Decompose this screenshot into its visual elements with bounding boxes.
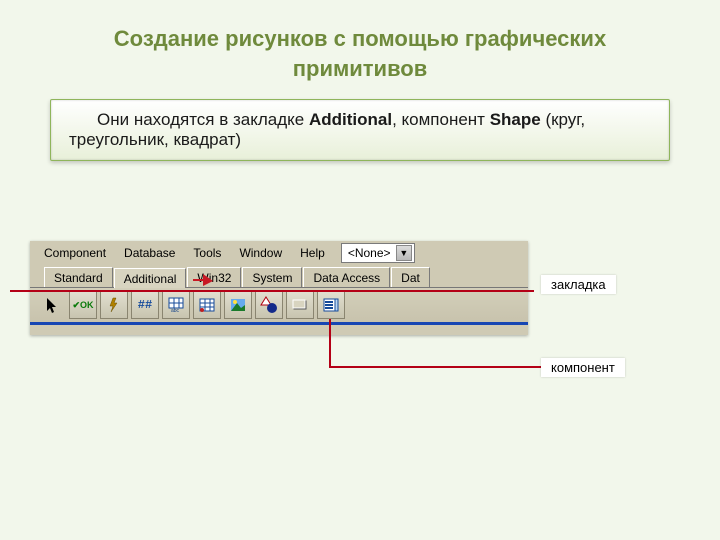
menu-tools[interactable]: Tools	[185, 244, 229, 262]
tab-data-access[interactable]: Data Access	[303, 267, 390, 287]
info-box: Они находятся в закладке Additional, ком…	[50, 99, 670, 161]
project-combo-value: <None>	[348, 246, 392, 260]
menu-help[interactable]: Help	[292, 244, 333, 262]
svg-text:abc: abc	[171, 308, 180, 314]
menu-component[interactable]: Component	[36, 244, 114, 262]
menu-bar: Component Database Tools Window Help <No…	[30, 241, 528, 265]
info-text-2: , компонент	[392, 110, 490, 129]
annotation-component: компонент	[541, 358, 625, 377]
menu-database[interactable]: Database	[116, 244, 183, 262]
page-title: Создание рисунков с помощью графических …	[50, 24, 670, 83]
info-bold-shape: Shape	[490, 110, 541, 129]
tab-dat-cut[interactable]: Dat	[391, 267, 430, 287]
menu-window[interactable]: Window	[231, 244, 290, 262]
tab-system[interactable]: System	[242, 267, 302, 287]
tab-additional[interactable]: Additional	[114, 268, 187, 288]
annotation-tab: закладка	[541, 275, 616, 294]
palette-tabs: Standard Additional Win32 System Data Ac…	[30, 265, 528, 288]
arrow-marker-icon	[193, 272, 213, 286]
info-text-1: Они находятся в закладке	[97, 110, 309, 129]
leader-line-component	[328, 317, 548, 377]
project-combo-arrow[interactable]: ▼	[396, 245, 412, 261]
info-bold-additional: Additional	[309, 110, 392, 129]
leader-line-tab	[10, 289, 550, 301]
project-combo[interactable]: <None> ▼	[341, 243, 415, 263]
tab-standard[interactable]: Standard	[44, 267, 113, 287]
